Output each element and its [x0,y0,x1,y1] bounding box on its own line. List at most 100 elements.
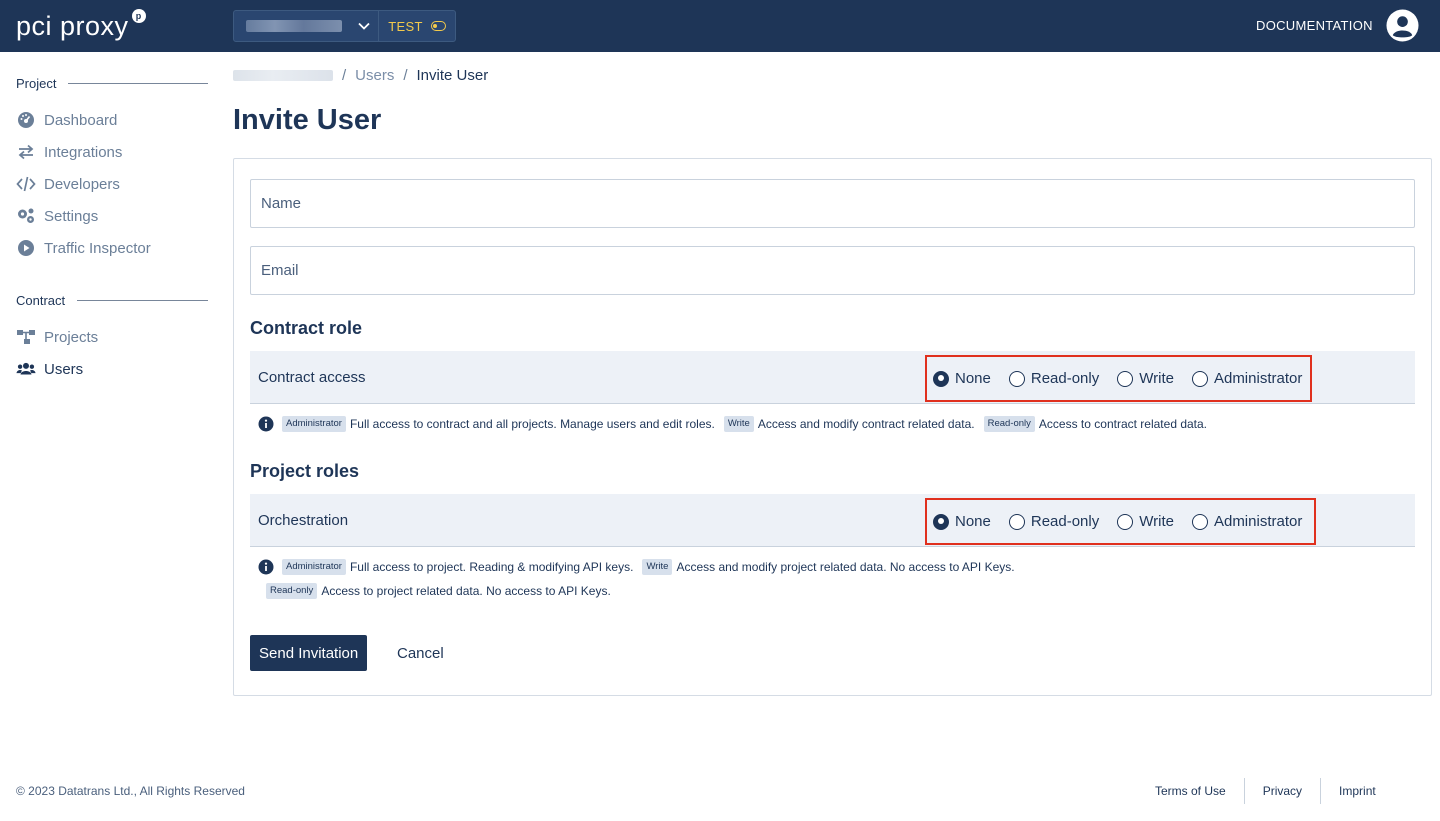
role-tag-write: Write [642,559,673,575]
redacted-contract-name[interactable] [233,69,333,81]
sidebar-item-integrations[interactable]: Integrations [16,140,216,164]
email-input[interactable] [250,246,1415,295]
project-role-write-radio[interactable]: Write [1117,513,1174,530]
radio-unchecked-icon [1191,370,1208,387]
sidebar-item-traffic-inspector[interactable]: Traffic Inspector [16,236,216,260]
contract-role-title: Contract role [250,318,363,338]
page-title: Invite User [233,104,382,136]
sidebar-item-label: Users [44,360,84,378]
radio-unchecked-icon [1117,370,1134,387]
radio-label: Write [1139,370,1174,387]
dashboard-icon [16,110,36,130]
role-description: Full access to contract and all projects… [349,417,715,431]
sidebar-item-projects[interactable]: Projects [16,325,216,349]
imprint-link[interactable]: Imprint [1320,778,1394,804]
terms-of-use-link[interactable]: Terms of Use [1137,778,1244,804]
role-description: Access to contract related data. [1038,417,1208,431]
breadcrumb-users-link[interactable]: Users [355,67,394,84]
project-role-read-only-radio[interactable]: Read-only [1008,513,1100,530]
project-role-info: Administrator Full access to project. Re… [258,555,1024,603]
contract-access-label: Contract access [258,369,366,386]
role-description: Access and modify contract related data. [757,417,975,431]
sidebar-item-label: Projects [44,328,99,346]
logo-text: pci proxy [16,11,129,41]
invite-user-form: Contract role Contract access None Read-… [233,158,1432,696]
info-icon [258,416,274,432]
radio-label: Read-only [1030,370,1100,387]
sidebar-item-dashboard[interactable]: Dashboard [16,108,216,132]
project-role-none-radio[interactable]: None [933,513,991,530]
environment-toggle[interactable]: TEST [379,11,455,41]
role-tag-administrator: Administrator [282,559,346,575]
radio-unchecked-icon [1191,513,1208,530]
code-icon [16,174,36,194]
sidebar-item-label: Integrations [44,143,123,161]
contract-role-read-only-radio[interactable]: Read-only [1008,370,1100,387]
radio-unchecked-icon [1117,513,1134,530]
role-tag-administrator: Administrator [282,416,346,432]
sitemap-icon [16,327,36,347]
environment-label: TEST [388,18,423,34]
radio-label: Read-only [1030,513,1100,530]
breadcrumb-separator: / [342,66,347,84]
breadcrumb-separator: / [403,66,408,84]
radio-checked-icon [933,370,949,387]
sidebar-item-settings[interactable]: Settings [16,204,216,228]
radio-unchecked-icon [1008,370,1025,387]
contract-role-administrator-radio[interactable]: Administrator [1191,370,1303,387]
project-role-radio-group: None Read-only Write Administrator [925,498,1317,545]
sidebar-item-users[interactable]: Users [16,357,216,381]
project-role-row: Orchestration None Read-only Write Admin… [250,494,1415,547]
contract-access-row: Contract access None Read-only Write Adm… [250,351,1415,404]
radio-label: Administrator [1213,370,1303,387]
arrows-exchange-icon [16,142,36,162]
gears-icon [16,206,36,226]
footer-links: Terms of Use Privacy Imprint [1137,778,1394,804]
logo-badge: p [131,9,146,23]
name-input[interactable] [250,179,1415,228]
pci-proxy-logo[interactable]: pci proxy p [16,9,146,42]
copyright-text: © 2023 Datatrans Ltd., All Rights Reserv… [16,784,245,798]
redacted-project-name [246,20,342,32]
project-dropdown[interactable] [234,11,379,41]
project-role-administrator-radio[interactable]: Administrator [1191,513,1303,530]
project-roles-title: Project roles [250,461,360,481]
toggle-icon [430,21,446,31]
project-selector: TEST [233,10,456,42]
sidebar-section-project: Project [16,76,208,91]
info-icon [258,559,274,575]
documentation-link[interactable]: DOCUMENTATION [1256,18,1373,33]
contract-role-write-radio[interactable]: Write [1117,370,1174,387]
sidebar-item-developers[interactable]: Developers [16,172,216,196]
radio-label: Write [1139,513,1174,530]
role-tag-read-only: Read-only [266,583,318,599]
sidebar-item-label: Dashboard [44,111,118,129]
contract-role-radio-group: None Read-only Write Administrator [925,355,1313,402]
sidebar-item-label: Settings [44,207,99,225]
radio-unchecked-icon [1008,513,1025,530]
radio-label: Administrator [1213,513,1303,530]
breadcrumb: / Users / Invite User [233,64,488,86]
privacy-link[interactable]: Privacy [1243,778,1320,804]
cancel-button[interactable]: Cancel [397,635,444,671]
contract-role-info: Administrator Full access to contract an… [258,412,1216,436]
role-tag-write: Write [723,416,754,432]
play-circle-icon [16,238,36,258]
sidebar-item-label: Developers [44,175,120,193]
contract-role-none-radio[interactable]: None [933,370,991,387]
radio-label: None [955,370,991,387]
role-description: Access to project related data. No acces… [321,584,611,598]
role-description: Access and modify project related data. … [676,560,1015,574]
radio-label: None [955,513,991,530]
role-tag-read-only: Read-only [983,416,1035,432]
chevron-down-icon [358,22,370,30]
user-avatar-icon[interactable] [1386,9,1419,42]
send-invitation-button[interactable]: Send Invitation [250,635,368,671]
sidebar-section-contract: Contract [16,293,208,308]
sidebar-item-label: Traffic Inspector [44,239,151,257]
users-icon [16,359,36,379]
breadcrumb-current: Invite User [416,66,489,84]
project-name-label: Orchestration [258,512,349,529]
radio-checked-icon [933,513,949,530]
role-description: Full access to project. Reading & modify… [349,560,634,574]
